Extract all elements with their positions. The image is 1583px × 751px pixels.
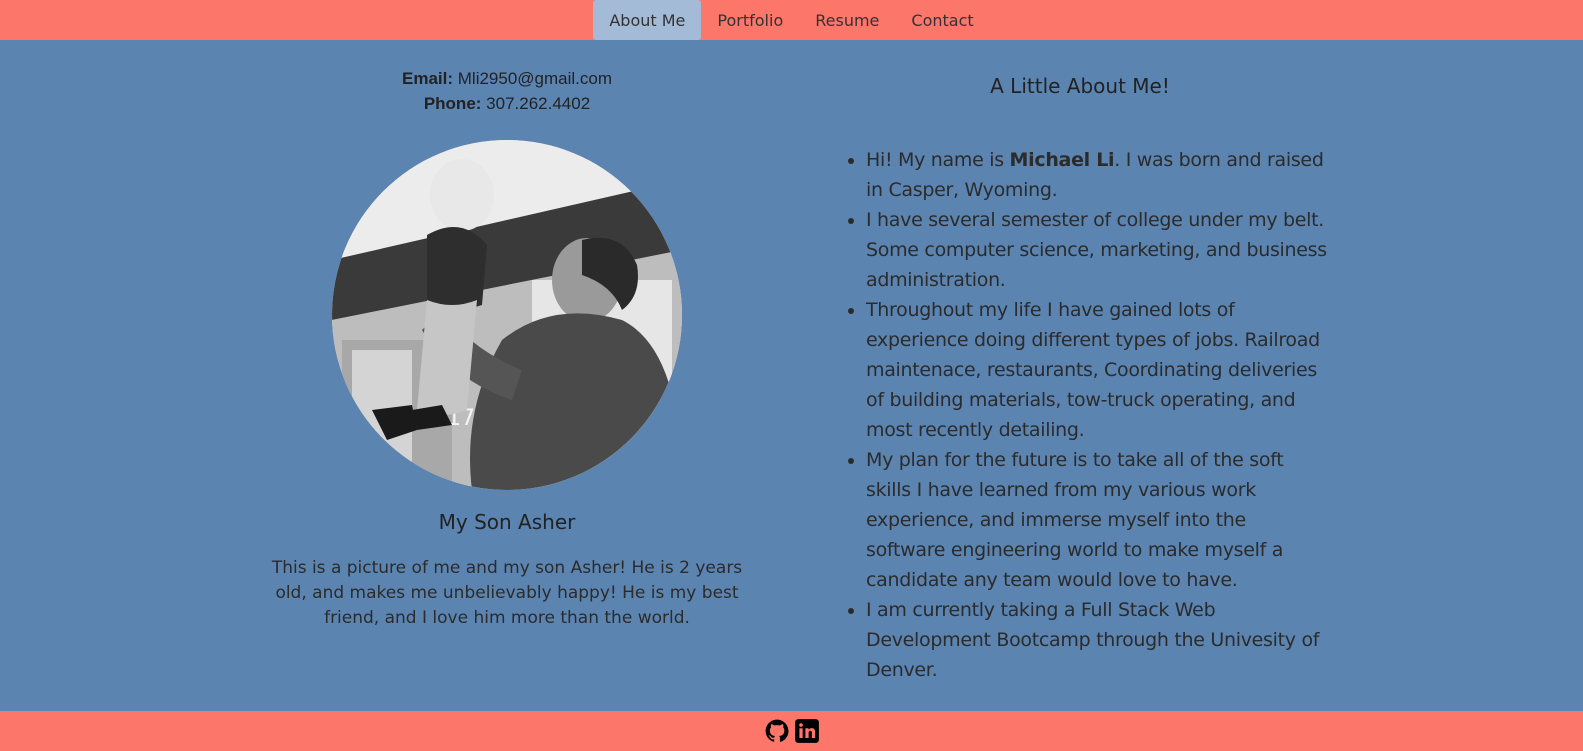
about-bullet-text: Hi! My name is [866, 149, 1010, 171]
about-bullet: I have several semester of college under… [866, 205, 1330, 295]
profile-column: Email: Mli2950@gmail.com Phone: 307.262.… [262, 40, 752, 631]
about-bullet: My plan for the future is to take all of… [866, 445, 1330, 595]
email-line: Email: Mli2950@gmail.com [262, 66, 752, 91]
about-bullet-text: I have several semester of college under… [866, 209, 1327, 291]
linkedin-icon[interactable] [794, 718, 820, 744]
about-title: A Little About Me! [990, 74, 1170, 98]
about-bullet-text: My plan for the future is to take all of… [866, 449, 1284, 591]
nav-portfolio[interactable]: Portfolio [701, 0, 799, 40]
navbar: About Me Portfolio Resume Contact [0, 0, 1583, 40]
about-bullet: Throughout my life I have gained lots of… [866, 295, 1330, 445]
contact-info: Email: Mli2950@gmail.com Phone: 307.262.… [262, 66, 752, 116]
github-icon[interactable] [764, 718, 790, 744]
photo-caption-text: This is a picture of me and my son Asher… [271, 558, 743, 628]
nav-about-me[interactable]: About Me [593, 0, 702, 40]
about-bullet: I am currently taking a Full Stack Web D… [866, 595, 1330, 685]
about-bullet: Hi! My name is Michael Li. I was born an… [866, 145, 1330, 205]
photo-illustration: 175 [332, 140, 682, 490]
about-column: A Little About Me! Hi! My name is Michae… [830, 40, 1330, 685]
nav-resume[interactable]: Resume [799, 0, 895, 40]
photo-caption-title: My Son Asher [438, 510, 576, 534]
about-list: Hi! My name is Michael Li. I was born an… [830, 145, 1330, 685]
about-bullet-text: I am currently taking a Full Stack Web D… [866, 599, 1320, 681]
email-value[interactable]: Mli2950@gmail.com [458, 69, 612, 88]
nav-contact[interactable]: Contact [895, 0, 989, 40]
email-label: Email: [401, 69, 454, 88]
phone-label: Phone: [423, 94, 482, 113]
about-bullet-text: Throughout my life I have gained lots of… [866, 299, 1320, 441]
footer [0, 711, 1583, 751]
phone-value: 307.262.4402 [486, 94, 591, 113]
phone-line: Phone: 307.262.4402 [262, 91, 752, 116]
about-bullet-name: Michael Li [1009, 149, 1115, 171]
profile-photo: 175 [332, 140, 682, 490]
